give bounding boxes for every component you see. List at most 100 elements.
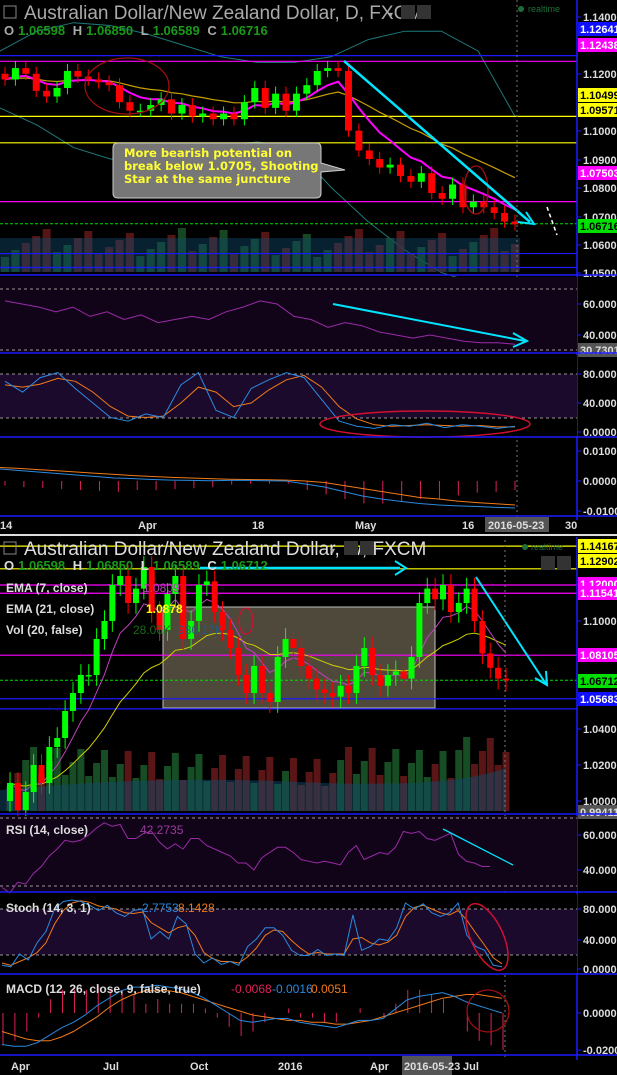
candle-body [126,102,134,111]
macd-legend[interactable]: MACD (12, 26, close, 9, false, true) [6,982,201,996]
time-axis-label: Apr [370,1061,390,1073]
eye-icon[interactable] [344,541,358,555]
candle-body [261,88,269,108]
chart-canvas[interactable]: 1.140001.120001.100001.090001.080001.070… [0,0,617,1075]
annotation-callout[interactable]: More bearish potential on break below 1.… [112,142,346,199]
price-tag-label: 1.11541 [580,588,617,600]
macd-line [0,468,516,509]
candle-body [95,79,103,83]
price-axis-label: 1.10000 [583,616,617,628]
macd-value: -0.0016 [272,982,313,996]
candle-body [292,93,300,111]
price-tag-label: 1.12902 [580,556,617,568]
candle-body [432,588,439,600]
ema21-legend[interactable]: EMA (21, close) [6,602,94,616]
candle-body [282,639,289,657]
price-tag-label: 1.10499 [580,90,617,102]
annotation-text: More bearish potential on break below 1.… [124,147,319,186]
candle-body [408,657,415,679]
scale-down-icon[interactable] [541,556,555,570]
price-axis-label: 1.10000 [583,126,617,138]
macd-signal-line [0,467,516,506]
candle-body [46,747,53,783]
rsi-axis-label: 40.0000 [583,330,617,342]
price-tag-label: 1.12438 [580,40,617,52]
candle-body [449,184,457,199]
candle-body [30,765,37,792]
candle-body [74,70,82,77]
price-tag-label: 1.14167 [580,541,617,553]
daily-chart-title: Australian Dollar/New Zealand Dollar, D,… [24,3,423,24]
realtime-dot-icon [518,6,524,12]
candle-body [447,585,454,612]
dropdown-icon[interactable]: ▾ [330,546,335,557]
price-axis-label: 1.09000 [583,155,617,167]
candle-body [220,113,228,120]
rsi-axis-label: 60.0000 [583,830,617,842]
candle-body [105,82,113,86]
macd-signal-value: 0.0051 [311,982,348,996]
stoch-k-value: 2.7753 [142,901,179,915]
candle-body [471,588,478,621]
gear-icon[interactable] [360,541,374,555]
stoch-axis-label: 80.0000 [583,369,617,381]
price-tag-label: 1.08105 [580,650,617,662]
gear-icon[interactable] [417,5,431,19]
price-tag-label: 1.05683 [580,694,617,706]
candle-body [195,585,202,621]
candle-body [85,675,92,677]
candle-body [361,648,368,666]
macd-signal-line [1,990,503,1042]
candle-body [77,675,84,693]
candle-body [93,639,100,675]
candle-body [334,68,342,71]
candle-body [455,603,462,612]
candle-body [428,173,436,194]
price-tag-label: 30.7301 [580,345,617,357]
daily-ohlc-legend: O 1.06598 H 1.06850 L 1.06589 C 1.06716 [4,23,268,38]
price-axis-label: 1.05000 [583,268,617,280]
candle-body [209,113,217,120]
candle-body [400,671,407,679]
candle-body [337,685,344,697]
volume-legend[interactable]: Vol (20, false) [6,623,82,637]
candle-body [125,576,132,603]
candle-body [63,70,71,88]
time-axis-label: Jul [463,1061,479,1073]
rsi-axis-label: 60.0000 [583,299,617,311]
candle-body [211,581,218,612]
candle-body [490,207,498,213]
volume-value: 28.06K [133,623,171,637]
price-axis-label: 1.06000 [583,240,617,252]
rsi-legend[interactable]: RSI (14, close) [6,823,88,837]
candle-body [22,68,30,74]
time-axis-label: 2016-05-23 [404,1061,460,1073]
dropdown-icon[interactable]: ▾ [388,10,393,21]
candle-body [314,678,321,690]
time-axis-label: 16 [462,520,474,532]
ema7-value: 1.0809 [143,581,180,595]
candle-body [251,666,258,693]
weekly-ohlc-legend: O 1.06598 H 1.06850 L 1.06589 C 1.06712 [4,558,268,573]
candle-body [243,675,250,693]
eye-icon[interactable] [401,5,415,19]
candle-body [487,653,494,668]
price-axis-label: 1.08000 [583,183,617,195]
scale-fit-icon[interactable] [557,556,571,570]
candle-body [290,639,297,648]
candle-body [355,130,363,151]
candle-body [272,93,280,108]
collapse-icon[interactable] [3,541,17,555]
candle-body [22,792,29,810]
candle-body [329,693,336,697]
candle-body [324,68,332,71]
volume-ma-value: 986.17K [178,623,223,637]
stoch-legend[interactable]: Stoch (14, 3, 1) [6,901,91,915]
ema7-legend[interactable]: EMA (7, close) [6,581,88,595]
candle-body [101,621,108,639]
candle-body [417,173,425,182]
price-axis-label: 1.04000 [583,724,617,736]
candle-body [62,711,69,738]
candle-body [117,576,124,585]
candle-body [188,105,196,117]
